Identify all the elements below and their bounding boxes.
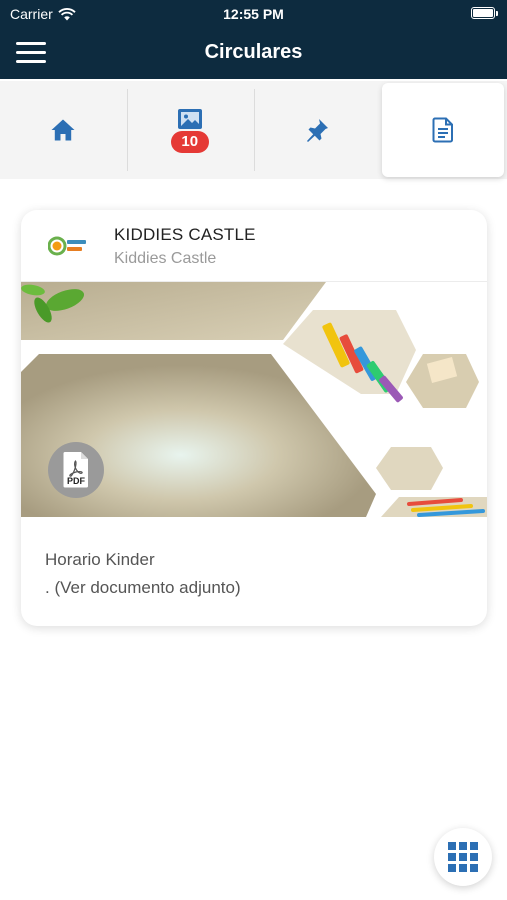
status-bar: Carrier 12:55 PM <box>0 0 507 28</box>
organization-name: KIDDIES CASTLE <box>114 225 256 244</box>
organization-subtitle: Kiddies Castle <box>114 250 217 267</box>
tab-home[interactable] <box>0 81 127 179</box>
grid-icon <box>448 842 478 872</box>
tab-pinned[interactable] <box>253 81 381 179</box>
gallery-icon <box>178 109 203 129</box>
school-logo <box>48 236 86 256</box>
grid-menu-button[interactable] <box>434 828 492 886</box>
tab-bar: 10 <box>0 81 507 179</box>
document-icon <box>432 117 454 143</box>
pdf-label: PDF <box>67 476 86 486</box>
post-card[interactable]: KIDDIES CASTLE Kiddies Castle PDF Horari… <box>21 210 487 626</box>
page-title: Circulares <box>204 41 303 63</box>
status-time: 12:55 PM <box>223 6 284 22</box>
post-header: KIDDIES CASTLE Kiddies Castle <box>21 210 487 282</box>
battery-icon <box>471 7 498 19</box>
nav-bar: Circulares <box>0 28 507 79</box>
tab-gallery[interactable]: 10 <box>126 81 254 179</box>
gallery-badge: 10 <box>170 131 209 153</box>
post-description: . (Ver documento adjunto) <box>45 578 241 597</box>
tab-documents[interactable] <box>382 83 504 177</box>
pin-icon <box>306 119 328 142</box>
home-icon <box>51 119 75 141</box>
pdf-attachment-button[interactable]: PDF <box>48 442 104 498</box>
post-title: Horario Kinder <box>45 550 155 569</box>
